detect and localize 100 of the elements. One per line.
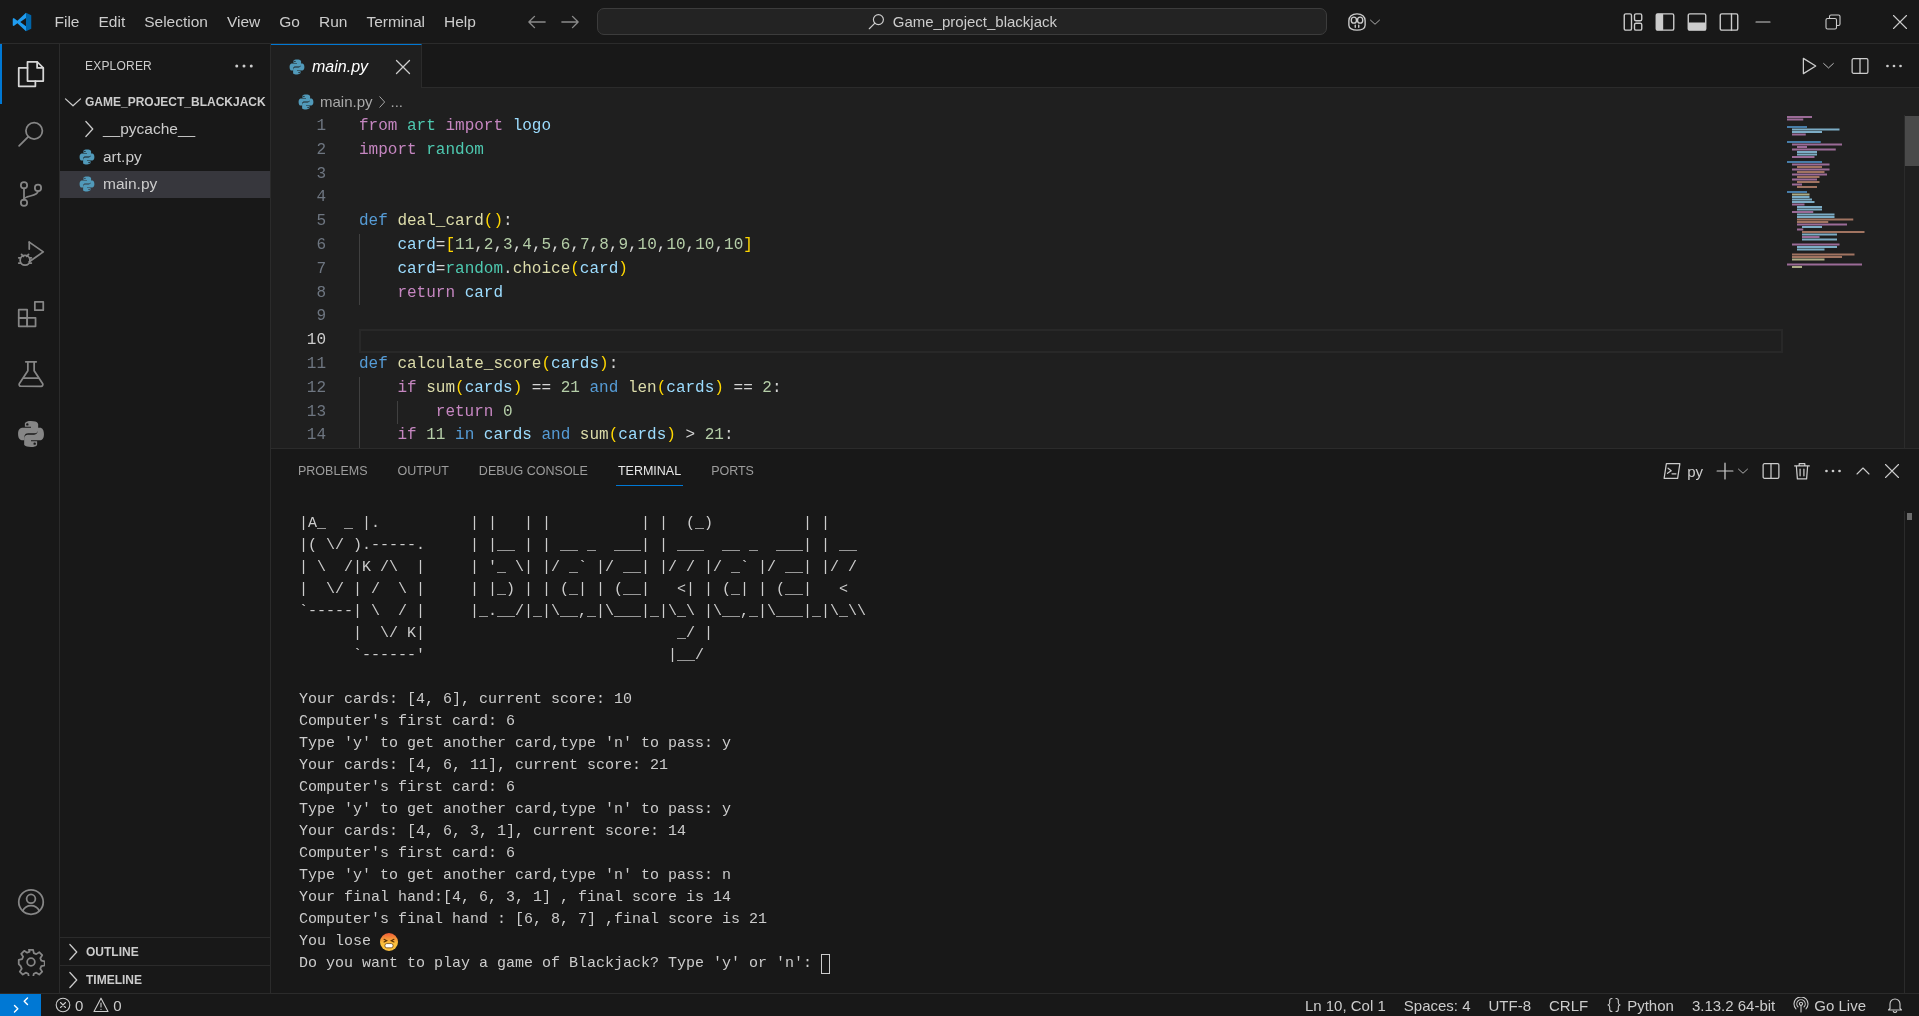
code-line: if sum(cards) == 21 and len(cards) == 2:	[359, 376, 782, 401]
line-number: 8	[315, 282, 326, 304]
terminal-line: Do you want to play a game of Blackjack? Type 'y' or 'n':	[299, 954, 813, 974]
chevron-down-icon[interactable]	[1737, 465, 1749, 477]
bell-icon[interactable]	[1887, 997, 1903, 1013]
sidebar-title: EXPLORER	[85, 59, 152, 73]
terminal-profile-button[interactable]: py	[1663, 462, 1703, 480]
status-bar-item[interactable]: Spaces: 4	[1394, 994, 1480, 1016]
command-center-search[interactable]: Game_project_blackjack	[597, 8, 1328, 35]
account-icon[interactable]	[16, 888, 45, 916]
menu-item[interactable]: View	[217, 6, 270, 37]
trash-icon[interactable]	[1793, 462, 1811, 480]
panel-tab[interactable]: PROBLEMS	[296, 449, 370, 486]
python-icon[interactable]	[16, 420, 45, 448]
terminal-line: Your cards: [4, 6, 3, 1], current score: 14	[299, 822, 687, 842]
panel-tab[interactable]: TERMINAL	[615, 449, 684, 486]
plus-icon[interactable]	[1716, 462, 1734, 480]
status-bar-item[interactable]: CRLF	[1540, 994, 1598, 1016]
python-file-icon	[289, 58, 305, 75]
terminal-line: Your cards: [4, 6, 11], current score: 21	[299, 756, 669, 776]
files-icon[interactable]	[16, 60, 45, 88]
status-bar-item[interactable]: 3.13.2 64-bit	[1682, 994, 1785, 1016]
line-number: 9	[315, 306, 326, 328]
section-header[interactable]: OUTLINE	[60, 937, 270, 965]
menu-item[interactable]: Edit	[89, 6, 135, 37]
terminal-line: Computer's final hand : [6, 8, 7] ,final score is 21	[299, 910, 768, 930]
cursor-icon	[821, 954, 831, 974]
python-file-icon	[79, 148, 95, 165]
terminal-line: Computer's first card: 6	[299, 844, 516, 864]
ascii-art-text: |A_ _ |. | | | | | | (_) | | |( \/ ).-----. | |__ | | __ _ ___| | ___ __ _ ___| | __ | \ /|K /\ | | '_ \| |/ _` |/ __| |/ / |/ _` |/ __| |/ / | \/ | / \ | | |_) | | (_| | (__| <| | (_| | (__| < `-----| \ / | |_.__/|_|\__,_|\___|_|\_\ |\__,_|\___|_|\_\\ | \/ K| _/ | `------' |__/	[299, 514, 867, 666]
file-tree-item[interactable]: main.py	[60, 170, 270, 198]
status-bar-item[interactable]: Ln 10, Col 1	[1295, 994, 1395, 1016]
remote-button[interactable]	[0, 994, 41, 1016]
code-line: card=[11,2,3,4,5,6,7,8,9,10,10,10,10]	[359, 234, 753, 258]
settings-icon[interactable]	[16, 948, 45, 976]
close-icon[interactable]	[1884, 463, 1900, 479]
run-icon[interactable]	[1800, 56, 1818, 75]
python-file-icon	[79, 176, 95, 193]
status-bar-item[interactable]: Python	[1597, 994, 1683, 1016]
breadcrumb-item[interactable]: ...	[390, 93, 404, 110]
search-icon[interactable]	[16, 120, 45, 148]
sidebar-right-icon[interactable]	[1719, 11, 1739, 32]
run-debug-icon[interactable]	[16, 240, 45, 268]
split-terminal-icon[interactable]	[1762, 462, 1780, 480]
close-icon[interactable]	[395, 58, 411, 75]
scrollbar-thumb[interactable]	[1907, 513, 1912, 520]
line-number: 7	[315, 258, 326, 280]
code-line: def deal_card():	[359, 211, 513, 233]
file-tree-item[interactable]: __pycache__	[60, 115, 270, 143]
flask-icon[interactable]	[16, 360, 45, 388]
scrollbar-thumb[interactable]	[1905, 116, 1919, 166]
folder-header[interactable]: GAME_PROJECT_BLACKJACK	[60, 88, 270, 116]
code-line: return 0	[359, 400, 513, 425]
line-number: 2	[315, 139, 326, 161]
breadcrumb-item[interactable]: main.py	[298, 93, 373, 110]
panel-tab[interactable]: PORTS	[709, 449, 756, 486]
menu-item[interactable]: Terminal	[356, 6, 435, 37]
menu-item[interactable]: Go	[269, 6, 310, 37]
status-bar-item[interactable]: Go Live	[1784, 994, 1875, 1016]
code-line: import random	[359, 139, 484, 161]
file-tree-item[interactable]: art.py	[60, 143, 270, 171]
code-line: from art import logo	[359, 116, 552, 137]
editor-tab[interactable]: main.py	[271, 44, 422, 88]
terminal-line: Your final hand:[4, 6, 3, 1] , final score is 14	[299, 888, 732, 908]
close-icon[interactable]	[1891, 13, 1908, 30]
error-icon	[55, 997, 71, 1013]
menu-item[interactable]: Run	[309, 6, 357, 37]
code-line: card=random.choice(card)	[359, 257, 628, 282]
face-emoji-icon	[380, 933, 398, 951]
panel-bottom-icon[interactable]	[1687, 11, 1707, 32]
status-bar-item[interactable]: UTF-8	[1479, 994, 1540, 1016]
code-line: return card	[359, 281, 504, 306]
line-number: 1	[315, 116, 326, 137]
line-number: 5	[315, 211, 326, 233]
code-line: def calculate_score(cards):	[359, 353, 619, 375]
line-number: 14	[305, 425, 326, 447]
menu-item[interactable]: Selection	[134, 6, 218, 37]
app-logo-icon	[12, 11, 32, 32]
panel-tab[interactable]: OUTPUT	[395, 449, 451, 486]
search-icon	[867, 13, 885, 30]
terminal-line: You lose	[299, 932, 371, 952]
restore-icon[interactable]	[1825, 13, 1841, 30]
robot-head-icon[interactable]	[1347, 11, 1368, 32]
menu-item[interactable]: File	[45, 6, 89, 37]
layout-icon[interactable]	[1623, 11, 1643, 32]
active-indicator	[0, 44, 2, 104]
split-editor-icon[interactable]	[1851, 56, 1869, 75]
python-file-icon	[298, 93, 314, 110]
extensions-icon[interactable]	[16, 300, 45, 328]
sidebar-left-icon[interactable]	[1655, 11, 1675, 32]
terminal-line: Computer's first card: 6	[299, 712, 516, 732]
panel-tab[interactable]: DEBUG CONSOLE	[476, 449, 590, 486]
problems-status[interactable]: 0 0	[41, 994, 131, 1016]
broadcast-icon	[1793, 997, 1810, 1013]
terminal-line: Type 'y' to get another card,type 'n' to pass: y	[299, 800, 732, 820]
line-number: 10	[305, 330, 326, 352]
line-number: 4	[315, 187, 326, 209]
terminal-line: Type 'y' to get another card,type 'n' to pass: n	[299, 866, 732, 886]
terminal-line: Computer's first card: 6	[299, 778, 516, 798]
menu-item[interactable]: Help	[434, 6, 486, 37]
